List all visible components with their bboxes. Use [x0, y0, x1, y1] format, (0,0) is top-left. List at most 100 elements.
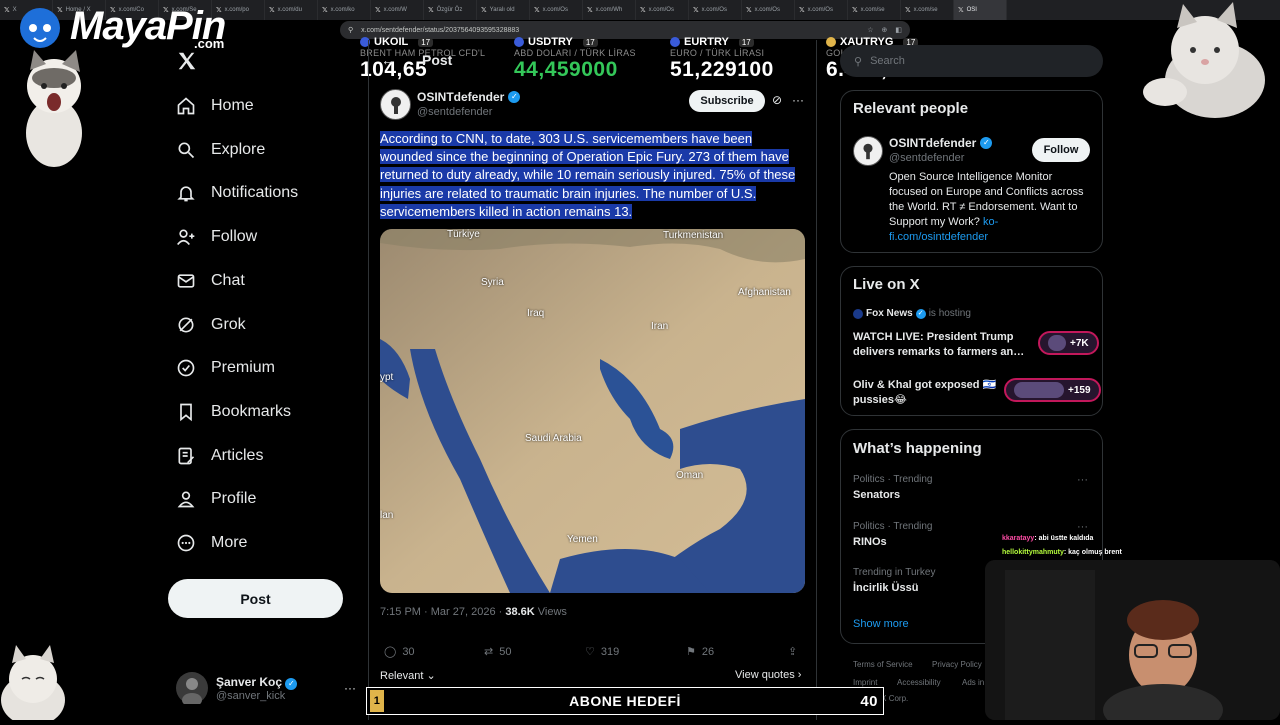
- trend-name[interactable]: RINOs: [853, 536, 887, 548]
- person-name[interactable]: OSINTdefender: [889, 136, 976, 150]
- map-label: Saudi Arabia: [525, 433, 582, 444]
- browser-tab[interactable]: 𝕏x.com/Os: [636, 0, 689, 20]
- browser-tab[interactable]: 𝕏x.com/se: [901, 0, 954, 20]
- x-favicon-icon: 𝕏: [799, 7, 805, 14]
- nav-notifications[interactable]: Notifications: [176, 173, 298, 213]
- nav-bookmarks[interactable]: Bookmarks: [176, 392, 291, 432]
- show-more-link[interactable]: Show more: [853, 618, 909, 630]
- browser-tab[interactable]: 𝕏x.com/W: [371, 0, 424, 20]
- nav-label: Articles: [211, 446, 264, 464]
- live-listener-pill[interactable]: +7K: [1038, 331, 1099, 355]
- nav-label: Follow: [211, 228, 258, 246]
- grok-icon[interactable]: ⊘: [772, 93, 782, 107]
- trend-more-icon[interactable]: ···: [1077, 521, 1088, 533]
- live-listener-pill[interactable]: +159: [1004, 378, 1101, 402]
- grok-icon: [176, 315, 196, 335]
- share-button[interactable]: ⇪: [788, 645, 797, 658]
- x-favicon-icon: 𝕏: [375, 7, 381, 14]
- zoom-icon[interactable]: ⊕: [882, 26, 888, 34]
- footer-link[interactable]: Imprint: [853, 678, 877, 687]
- bell-icon: [176, 183, 196, 203]
- tweet-timestamp[interactable]: 7:15 PM · Mar 27, 2026 ·: [380, 606, 505, 618]
- live-host-suffix: is hosting: [928, 308, 971, 319]
- author-name[interactable]: OSINTdefender: [417, 90, 504, 104]
- live-title[interactable]: WATCH LIVE: President Trump delivers rem…: [853, 330, 1031, 360]
- bookmark-button[interactable]: ⚑ 26: [686, 645, 715, 659]
- nav-home[interactable]: Home: [176, 86, 254, 126]
- views-count: 38.6K: [505, 606, 535, 618]
- reply-sort-dropdown[interactable]: Relevant ⌄: [380, 669, 436, 682]
- browser-tab[interactable]: 𝕏x.com/du: [265, 0, 318, 20]
- chat-message: hellokittymahmuty: kaç olmuş brent: [1002, 549, 1122, 556]
- user-icon: [176, 489, 196, 509]
- browser-tab[interactable]: 𝕏x.com/Os: [795, 0, 848, 20]
- browser-tab[interactable]: 𝕏x.com/Os: [742, 0, 795, 20]
- x-favicon-icon: 𝕏: [905, 7, 911, 14]
- follow-button[interactable]: Follow: [1032, 138, 1090, 162]
- bookmark-star-icon[interactable]: ☆: [867, 26, 873, 34]
- browser-tab[interactable]: 𝕏x.com/Os: [530, 0, 583, 20]
- account-more-icon[interactable]: ···: [344, 681, 356, 695]
- bookmark-count: 26: [701, 645, 715, 658]
- back-arrow-icon[interactable]: ←: [381, 52, 395, 68]
- nav-articles[interactable]: Articles: [176, 436, 263, 476]
- map-label: lan: [380, 510, 394, 521]
- chat-text: : abi üstte kaldıda: [1034, 535, 1094, 542]
- live-host[interactable]: Fox News ✓ is hosting: [853, 308, 971, 319]
- extension-icon[interactable]: ◧: [895, 26, 902, 34]
- page-title: Post: [422, 52, 453, 68]
- account-avatar: [176, 672, 208, 704]
- browser-tab[interactable]: 𝕏x.com/Wh: [583, 0, 636, 20]
- person-handle[interactable]: @sentdefender: [889, 152, 964, 164]
- post-button[interactable]: Post: [168, 579, 343, 618]
- nav-premium[interactable]: Premium: [176, 348, 275, 388]
- browser-tab[interactable]: 𝕏x.com/ko: [318, 0, 371, 20]
- live-host-name: Fox News: [866, 308, 913, 319]
- chat-message: kkaratayy: abi üstte kaldıda: [1002, 535, 1093, 542]
- live-on-x-title: Live on X: [853, 276, 920, 293]
- browser-tab[interactable]: 𝕏 Yaralı old: [477, 0, 530, 20]
- trend-name[interactable]: Senators: [853, 489, 900, 501]
- author-avatar[interactable]: [380, 89, 411, 120]
- verified-badge-icon: ✓: [508, 91, 521, 103]
- nav-explore[interactable]: Explore: [176, 130, 265, 170]
- nav-profile[interactable]: Profile: [176, 479, 256, 519]
- nav-follow[interactable]: Follow: [176, 217, 257, 257]
- nav-grok[interactable]: Grok: [176, 305, 246, 345]
- chat-username: hellokittymahmuty: [1002, 549, 1064, 556]
- nav-more[interactable]: More: [176, 523, 247, 563]
- url-text[interactable]: x.com/sentdefender/status/20375640935953…: [361, 27, 519, 34]
- repost-button[interactable]: ⇄ 50: [484, 645, 511, 659]
- lock-icon: ⚲: [348, 27, 354, 34]
- search-box[interactable]: ⚲ Search: [840, 45, 1103, 77]
- browser-tab[interactable]: 𝕏 OSI: [954, 0, 1007, 20]
- person-avatar[interactable]: [853, 136, 883, 166]
- trend-name[interactable]: İncirlik Üssü: [853, 582, 918, 594]
- view-quotes-link[interactable]: View quotes ›: [735, 669, 801, 681]
- x-logo-icon[interactable]: [176, 50, 198, 72]
- trend-more-icon[interactable]: ···: [1077, 474, 1088, 486]
- author-handle[interactable]: @sentdefender: [417, 106, 492, 118]
- like-button[interactable]: ♡ 319: [585, 645, 619, 659]
- tab-title: x.com/Os: [754, 7, 780, 13]
- reply-count: 30: [402, 645, 415, 658]
- footer-link[interactable]: Privacy Policy: [932, 660, 982, 669]
- browser-tab[interactable]: 𝕏x.com/Os: [689, 0, 742, 20]
- reply-button[interactable]: ◯ 30: [384, 645, 415, 659]
- browser-tab[interactable]: 𝕏 Özgür Öz: [424, 0, 477, 20]
- tweet-more-icon[interactable]: ···: [792, 93, 804, 107]
- footer-link[interactable]: Ads in: [962, 678, 984, 687]
- map-label: ypt: [380, 372, 394, 383]
- webcam-overlay: [985, 560, 1280, 720]
- account-switcher[interactable]: Şanver Koç ✓ @sanver_kick ···: [176, 668, 356, 708]
- subscribe-button[interactable]: Subscribe: [689, 90, 765, 112]
- chat-username: kkaratayy: [1002, 535, 1035, 542]
- logo-domain: .com: [194, 36, 225, 51]
- nav-chat[interactable]: Chat: [176, 261, 245, 301]
- tweet-map-image[interactable]: Türkiye Turkmenistan Syria Afghanistan Iraq I…: [380, 229, 805, 593]
- footer-link[interactable]: Terms of Service: [853, 660, 913, 669]
- footer-link[interactable]: Accessibility: [897, 678, 941, 687]
- heart-icon: ♡: [585, 646, 595, 658]
- search-placeholder[interactable]: Search: [870, 55, 905, 67]
- browser-tab[interactable]: 𝕏x.com/se: [848, 0, 901, 20]
